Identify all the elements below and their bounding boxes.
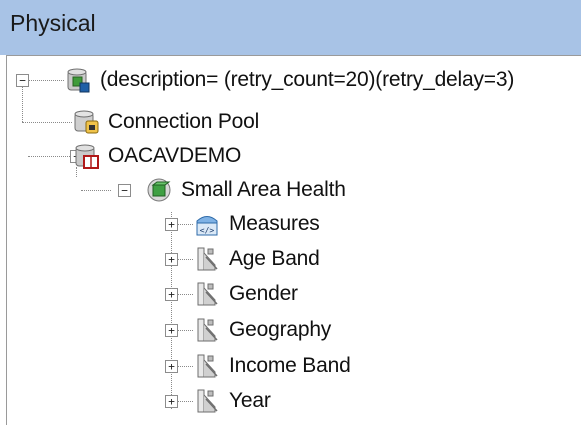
- tree-node-label: Small Area Health: [181, 178, 346, 201]
- collapse-toggle[interactable]: −: [16, 74, 29, 87]
- tree-node-label: Connection Pool: [108, 110, 260, 133]
- tree-connector: [177, 224, 193, 225]
- tree-node-subject-area[interactable]: Small Area Health: [145, 173, 346, 207]
- hierarchy-icon: [193, 352, 221, 380]
- expand-toggle[interactable]: +: [165, 288, 178, 301]
- tree-node-root[interactable]: (description= (retry_count=20)(retry_del…: [64, 63, 514, 97]
- collapse-toggle[interactable]: −: [118, 184, 131, 197]
- tree-node-label: Year: [229, 389, 271, 412]
- expand-toggle[interactable]: +: [165, 324, 178, 337]
- database-red-icon: [72, 142, 100, 170]
- tree-connector: [177, 366, 193, 367]
- tree-node-label: (description= (retry_count=20)(retry_del…: [100, 68, 515, 91]
- tree-node-income-band[interactable]: Income Band: [193, 349, 351, 383]
- tree-connector: [177, 259, 193, 260]
- tree-connector: [27, 80, 64, 81]
- panel-title: Physical: [10, 10, 96, 36]
- panel-header: Physical: [0, 0, 581, 55]
- hierarchy-icon: [193, 316, 221, 344]
- connection-pool-icon: [72, 108, 100, 136]
- tree-connector: [28, 156, 72, 157]
- tree-connector: [177, 401, 193, 402]
- tree-node-geography[interactable]: Geography: [193, 313, 331, 347]
- tree-node-label: OACAVDEMO: [108, 144, 242, 167]
- physical-tree-panel[interactable]: − (description= (retry_count=20)(retry_d…: [6, 55, 581, 425]
- database-green-icon: [64, 66, 92, 94]
- tree-node-age-band[interactable]: Age Band: [193, 242, 320, 276]
- tree-node-label: Gender: [229, 282, 298, 305]
- hierarchy-icon: [193, 245, 221, 273]
- tree-node-label: Age Band: [229, 247, 320, 270]
- tree-node-connection-pool[interactable]: Connection Pool: [72, 105, 259, 139]
- tree-node-year[interactable]: Year: [193, 384, 271, 418]
- tree-node-gender[interactable]: Gender: [193, 277, 298, 311]
- tree-connector: [81, 190, 111, 191]
- cube-green-icon: [145, 176, 173, 204]
- expand-toggle[interactable]: +: [165, 395, 178, 408]
- tree-connector: [22, 87, 23, 122]
- tree-node-measures[interactable]: </> Measures: [193, 207, 320, 241]
- expand-toggle[interactable]: +: [165, 218, 178, 231]
- hierarchy-icon: [193, 387, 221, 415]
- tree-connector: [177, 294, 193, 295]
- tree-node-label: Geography: [229, 318, 332, 341]
- svg-text:</>: </>: [200, 226, 215, 235]
- tree-connector: [177, 330, 193, 331]
- measures-cube-icon: </>: [193, 210, 221, 238]
- tree-node-label: Measures: [229, 212, 320, 235]
- tree-node-schema[interactable]: OACAVDEMO: [72, 139, 241, 173]
- expand-toggle[interactable]: +: [165, 253, 178, 266]
- hierarchy-icon: [193, 280, 221, 308]
- tree-connector: [22, 122, 72, 123]
- tree-node-label: Income Band: [229, 354, 351, 377]
- tree-connector: [171, 212, 172, 409]
- expand-toggle[interactable]: +: [165, 360, 178, 373]
